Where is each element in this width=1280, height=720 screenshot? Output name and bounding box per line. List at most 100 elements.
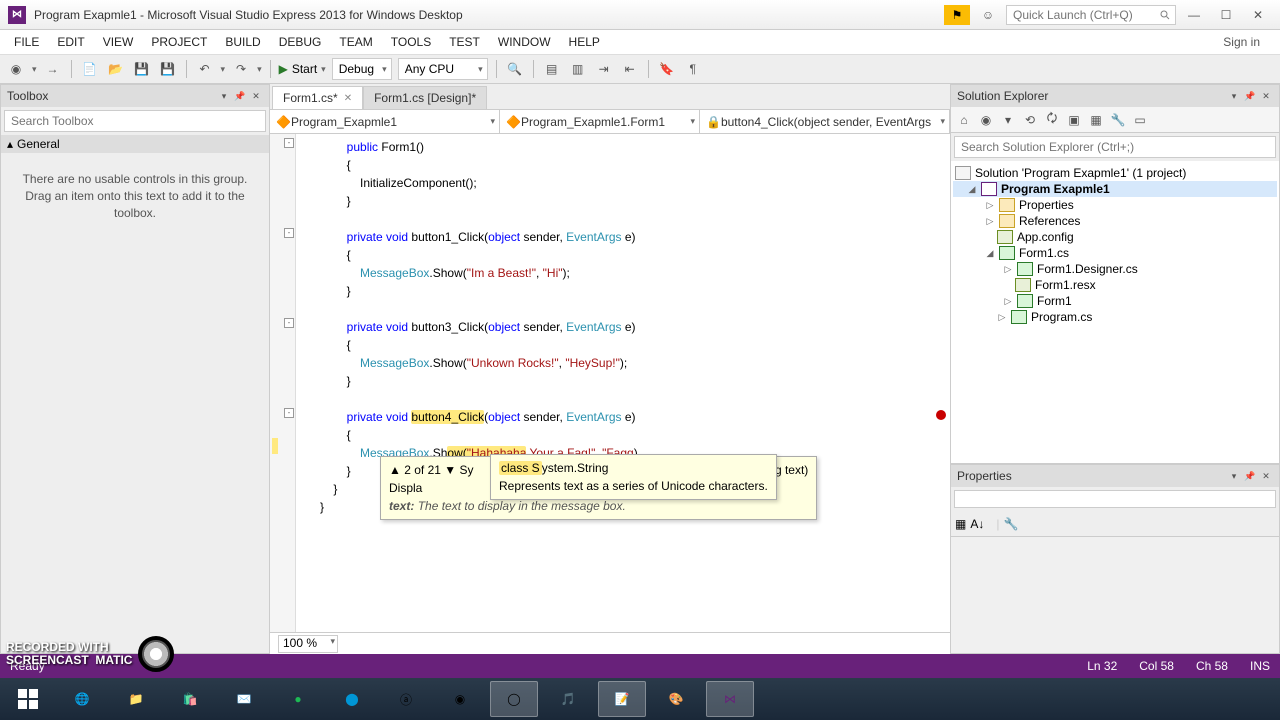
tree-properties[interactable]: ▷Properties [953, 197, 1277, 213]
amazon-icon[interactable]: ⓐ [382, 681, 430, 717]
preview-icon[interactable]: ▭ [1131, 111, 1149, 129]
mail-icon[interactable]: ✉️ [220, 681, 268, 717]
nav-class[interactable]: 🔶 Program_Exapmle1.Form1 [500, 110, 700, 133]
feedback-icon[interactable]: ☺ [974, 5, 1002, 25]
menu-edit[interactable]: EDIT [49, 33, 92, 51]
bookmark-icon[interactable]: 🔖 [657, 59, 677, 79]
panel-dropdown-icon[interactable]: ▾ [1227, 89, 1241, 103]
menu-tools[interactable]: TOOLS [383, 33, 439, 51]
chrome-icon[interactable]: ◯ [490, 681, 538, 717]
find-icon[interactable]: 🔍 [505, 59, 525, 79]
config-combo[interactable]: Debug [332, 58, 392, 80]
menu-debug[interactable]: DEBUG [271, 33, 330, 51]
tree-form1class[interactable]: ▷Form1 [953, 293, 1277, 309]
sync-icon[interactable]: ⟲ [1021, 111, 1039, 129]
panel-dropdown-icon[interactable]: ▾ [1227, 469, 1241, 483]
minimize-button[interactable]: — [1180, 5, 1208, 25]
indent-icon[interactable]: ⇥ [594, 59, 614, 79]
show-all-icon[interactable]: ▦ [1087, 111, 1105, 129]
open-file-icon[interactable]: 📂 [106, 59, 126, 79]
tree-form1resx[interactable]: Form1.resx [953, 277, 1277, 293]
tree-solution[interactable]: Solution 'Program Exapmle1' (1 project) [953, 165, 1277, 181]
tab-close-icon[interactable]: ✕ [344, 93, 352, 104]
wrench-icon[interactable]: 🔧 [1003, 517, 1018, 531]
redo-icon[interactable]: ↷ [231, 59, 251, 79]
panel-close-icon[interactable]: ✕ [1259, 469, 1273, 483]
visualstudio-icon[interactable]: ⋈ [706, 681, 754, 717]
menu-view[interactable]: VIEW [95, 33, 142, 51]
show-whitespace-icon[interactable]: ¶ [683, 59, 703, 79]
properties-object-combo[interactable] [954, 490, 1276, 508]
pin-icon[interactable]: 📌 [233, 89, 247, 103]
outdent-icon[interactable]: ⇤ [620, 59, 640, 79]
comment-icon[interactable]: ▤ [542, 59, 562, 79]
panel-close-icon[interactable]: ✕ [249, 89, 263, 103]
tree-appconfig[interactable]: App.config [953, 229, 1277, 245]
steam-icon[interactable]: ◉ [436, 681, 484, 717]
maximize-button[interactable]: ☐ [1212, 5, 1240, 25]
nav-fwd-icon[interactable]: → [43, 59, 63, 79]
platform-combo[interactable]: Any CPU [398, 58, 488, 80]
tab-form1-cs[interactable]: Form1.cs*✕ [272, 86, 363, 109]
code-area[interactable]: - - - - public Form1() { InitializeCompo… [270, 134, 950, 632]
sign-in-link[interactable]: Sign in [1209, 33, 1274, 51]
fold-icon[interactable]: - [284, 408, 294, 418]
toolbox-section-general[interactable]: ▴General [1, 135, 269, 153]
tree-project[interactable]: ◢Program Exapmle1 [953, 181, 1277, 197]
pin-icon[interactable]: 📌 [1243, 469, 1257, 483]
ie-icon[interactable]: 🌐 [58, 681, 106, 717]
param-nav-up-icon[interactable]: ▲ [389, 463, 401, 477]
alphabetical-icon[interactable]: A↓ [970, 517, 984, 531]
tree-form1designer[interactable]: ▷Form1.Designer.cs [953, 261, 1277, 277]
store-icon[interactable]: 🛍️ [166, 681, 214, 717]
save-icon[interactable]: 💾 [132, 59, 152, 79]
pin-icon[interactable]: 📌 [1243, 89, 1257, 103]
home-icon[interactable]: ⌂ [955, 111, 973, 129]
categorized-icon[interactable]: ▦ [955, 517, 966, 531]
refresh-icon[interactable]: 🗘 [1043, 111, 1061, 129]
fold-icon[interactable]: - [284, 318, 294, 328]
tree-form1cs[interactable]: ◢Form1.cs [953, 245, 1277, 261]
collapse-all-icon[interactable]: ▣ [1065, 111, 1083, 129]
solution-tree[interactable]: Solution 'Program Exapmle1' (1 project) … [951, 161, 1279, 463]
undo-icon[interactable]: ↶ [195, 59, 215, 79]
panel-dropdown-icon[interactable]: ▾ [217, 89, 231, 103]
quick-launch-input[interactable] [1006, 5, 1176, 25]
menu-project[interactable]: PROJECT [143, 33, 215, 51]
error-indicator-icon[interactable] [936, 410, 946, 420]
save-all-icon[interactable]: 💾 [158, 59, 178, 79]
properties-icon[interactable]: 🔧 [1109, 111, 1127, 129]
nav-back-icon[interactable]: ◉ [6, 59, 26, 79]
menu-help[interactable]: HELP [561, 33, 608, 51]
panel-close-icon[interactable]: ✕ [1259, 89, 1273, 103]
fold-icon[interactable]: - [284, 138, 294, 148]
param-nav-down-icon[interactable]: ▼ [444, 463, 456, 477]
notepad-icon[interactable]: 📝 [598, 681, 646, 717]
tree-programcs[interactable]: ▷Program.cs [953, 309, 1277, 325]
menu-test[interactable]: TEST [441, 33, 488, 51]
start-button[interactable]: ▶Start▾ [279, 62, 326, 76]
menu-file[interactable]: FILE [6, 33, 47, 51]
new-project-icon[interactable]: 📄 [80, 59, 100, 79]
fold-icon[interactable]: - [284, 228, 294, 238]
groove-icon[interactable]: 🎵 [544, 681, 592, 717]
nav-member[interactable]: 🔒 button4_Click(object sender, EventArgs [700, 110, 950, 133]
menu-window[interactable]: WINDOW [490, 33, 559, 51]
tree-references[interactable]: ▷References [953, 213, 1277, 229]
back-icon[interactable]: ◉ [977, 111, 995, 129]
zoom-combo[interactable]: 100 % [278, 635, 338, 653]
uncomment-icon[interactable]: ▥ [568, 59, 588, 79]
notification-icon[interactable]: ⚑ [944, 5, 970, 25]
toolbox-search-input[interactable] [4, 110, 266, 132]
close-button[interactable]: ✕ [1244, 5, 1272, 25]
menu-build[interactable]: BUILD [217, 33, 268, 51]
paint-icon[interactable]: 🎨 [652, 681, 700, 717]
hp-icon[interactable]: ⬤ [328, 681, 376, 717]
spotify-icon[interactable]: ● [274, 681, 322, 717]
start-menu-icon[interactable] [4, 681, 52, 717]
solexp-search-input[interactable] [954, 136, 1276, 158]
tab-form1-design[interactable]: Form1.cs [Design]* [363, 86, 487, 109]
nav-namespace[interactable]: 🔶 Program_Exapmle1 [270, 110, 500, 133]
menu-team[interactable]: TEAM [331, 33, 380, 51]
explorer-icon[interactable]: 📁 [112, 681, 160, 717]
